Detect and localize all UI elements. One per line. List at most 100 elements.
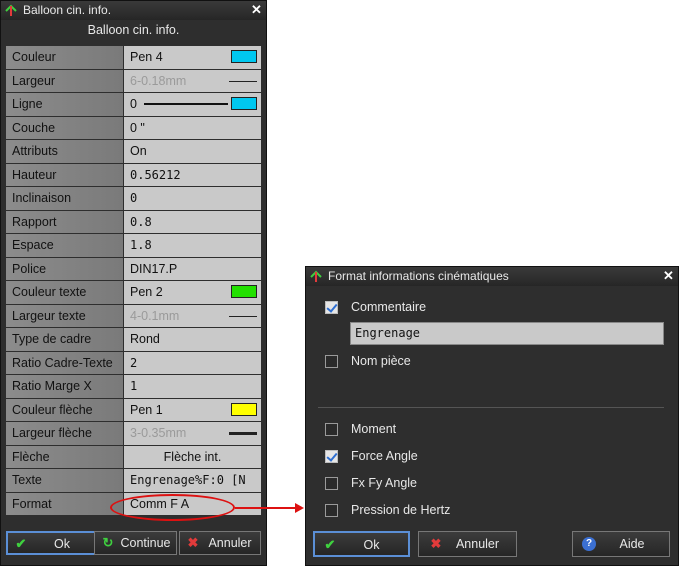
property-value[interactable]: 0 " xyxy=(124,116,261,139)
property-value-text: 1.8 xyxy=(130,238,152,252)
highlight-ellipse xyxy=(110,494,235,521)
property-value[interactable]: DIN17.P xyxy=(124,257,261,280)
property-value-text: On xyxy=(130,144,147,158)
property-value-text: Engrenage%F:0 [N xyxy=(130,473,246,487)
color-swatch xyxy=(231,97,257,110)
property-row: Couleur texte Pen 2 xyxy=(6,281,261,304)
moment-checkbox[interactable] xyxy=(325,423,338,436)
line-width-sample xyxy=(229,80,257,82)
property-row: Hauteur 0.56212 xyxy=(6,163,261,186)
property-value-text: 2 xyxy=(130,355,138,370)
button-bar: ✔ Ok ↻ Continue ✖ Annuler xyxy=(6,531,261,557)
property-row: Type de cadre Rond xyxy=(6,328,261,351)
nom-piece-checkbox[interactable] xyxy=(325,355,338,368)
cancel-label: Annuler xyxy=(455,537,500,551)
property-value-text: Pen 2 xyxy=(130,285,163,299)
property-value-text: Rond xyxy=(130,332,160,346)
title-bar[interactable]: Format informations cinématiques ✕ xyxy=(306,267,678,286)
cancel-button[interactable]: ✖ Annuler xyxy=(179,531,261,555)
color-swatch xyxy=(231,285,257,298)
property-value[interactable]: Pen 1 xyxy=(124,398,261,421)
property-value[interactable]: Rond xyxy=(124,328,261,351)
property-value[interactable]: 6-0.18mm xyxy=(124,69,261,92)
color-swatch xyxy=(231,402,257,416)
property-label: Hauteur xyxy=(6,163,123,186)
format-info-window: Format informations cinématiques ✕ Comme… xyxy=(305,266,679,566)
property-value-text: 0.8 xyxy=(130,214,152,229)
property-label: Ratio Marge X xyxy=(6,375,123,398)
property-label: Espace xyxy=(6,234,123,257)
force-angle-label: Force Angle xyxy=(351,449,418,463)
property-row: Couche 0 " xyxy=(6,116,261,139)
dialog-heading: Balloon cin. info. xyxy=(87,23,180,37)
property-row: Police DIN17.P xyxy=(6,257,261,280)
property-value[interactable]: 2 xyxy=(124,351,261,374)
property-label: Type de cadre xyxy=(6,328,123,351)
ok-button[interactable]: ✔ Ok xyxy=(313,531,410,557)
nom-piece-label: Nom pièce xyxy=(351,354,411,368)
property-value-text: 3-0.35mm xyxy=(130,426,187,440)
property-value[interactable]: 0.56212 xyxy=(124,163,261,186)
title-bar[interactable]: Balloon cin. info. ✕ xyxy=(1,1,266,20)
window-title: Balloon cin. info. xyxy=(23,3,112,17)
property-value-text: 0 xyxy=(130,191,138,205)
property-value-text: Pen 1 xyxy=(130,402,163,417)
property-value[interactable]: Engrenage%F:0 [N xyxy=(124,469,261,492)
fx-fy-angle-checkbox[interactable] xyxy=(325,477,338,490)
property-row: Ratio Marge X 1 xyxy=(6,375,261,398)
pression-hertz-checkbox[interactable] xyxy=(325,504,338,517)
line-width-sample xyxy=(229,315,257,317)
property-row: Attributs On xyxy=(6,140,261,163)
property-value[interactable]: 0.8 xyxy=(124,210,261,233)
property-label: Ratio Cadre-Texte xyxy=(6,351,123,374)
property-label: Flèche xyxy=(6,445,123,468)
window-title: Format informations cinématiques xyxy=(328,269,509,283)
property-value[interactable]: 0 xyxy=(124,187,261,210)
property-value[interactable]: 1 xyxy=(124,375,261,398)
help-label: Aide xyxy=(619,537,645,551)
property-value[interactable]: Pen 4 xyxy=(124,46,261,69)
comment-input[interactable]: Engrenage xyxy=(350,322,664,345)
help-button[interactable]: ? Aide xyxy=(572,531,670,557)
property-value-text: 0 xyxy=(130,97,137,111)
property-row: Flèche Flèche int. xyxy=(6,445,261,468)
commentaire-checkbox[interactable] xyxy=(325,301,338,314)
property-label: Largeur flèche xyxy=(6,422,123,445)
property-row: Espace 1.8 xyxy=(6,234,261,257)
property-row: Ligne 0 xyxy=(6,93,261,116)
close-icon[interactable]: ✕ xyxy=(662,269,675,283)
property-value-text: Flèche int. xyxy=(163,449,222,464)
property-value-text: DIN17.P xyxy=(130,261,178,276)
property-label: Ligne xyxy=(6,93,123,116)
property-value[interactable]: 4-0.1mm xyxy=(124,304,261,327)
property-value[interactable]: 0 xyxy=(124,93,261,116)
property-label: Format xyxy=(6,492,123,515)
property-label: Couleur xyxy=(6,46,123,69)
property-value[interactable]: 3-0.35mm xyxy=(124,422,261,445)
ok-label: Ok xyxy=(54,537,70,551)
force-angle-checkbox[interactable] xyxy=(325,450,338,463)
ok-button[interactable]: ✔ Ok xyxy=(6,531,100,555)
property-label: Largeur xyxy=(6,69,123,92)
color-swatch xyxy=(231,50,257,63)
close-icon[interactable]: ✕ xyxy=(250,3,263,17)
property-value-text: 1 xyxy=(130,379,138,393)
ok-label: Ok xyxy=(363,538,380,552)
property-row: Couleur Pen 4 xyxy=(6,46,261,69)
property-label: Couche xyxy=(6,116,123,139)
property-row: Largeur flèche 3-0.35mm xyxy=(6,422,261,445)
property-value-text: 0 " xyxy=(130,120,145,135)
cancel-button[interactable]: ✖ Annuler xyxy=(418,531,517,557)
property-label: Couleur flèche xyxy=(6,398,123,421)
property-value-text: Pen 4 xyxy=(130,50,163,64)
continue-button[interactable]: ↻ Continue xyxy=(94,531,177,555)
property-value-text: 6-0.18mm xyxy=(130,73,187,88)
line-width-sample xyxy=(229,432,257,435)
moment-label: Moment xyxy=(351,422,397,436)
property-value[interactable]: 1.8 xyxy=(124,234,261,257)
divider xyxy=(318,407,664,408)
property-value[interactable]: Pen 2 xyxy=(124,281,261,304)
property-value[interactable]: Flèche int. xyxy=(124,445,261,468)
property-value[interactable]: On xyxy=(124,140,261,163)
property-row: Inclinaison 0 xyxy=(6,187,261,210)
